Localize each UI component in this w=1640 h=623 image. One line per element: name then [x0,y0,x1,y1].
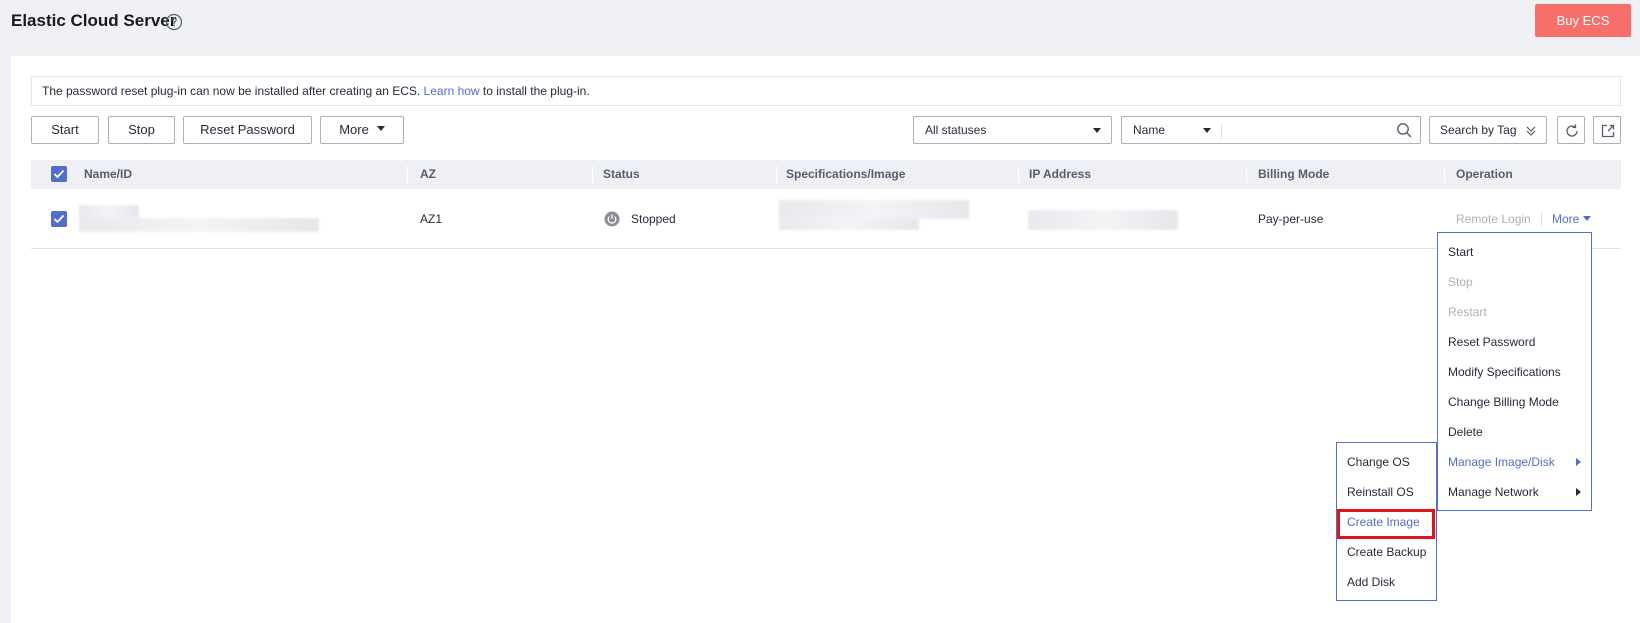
notice-text-after: to install the plug-in. [479,84,590,98]
column-divider [592,166,593,183]
column-header-specifications[interactable]: Specifications/Image [786,160,905,189]
notice-text: The password reset plug-in can now be in… [42,84,424,98]
check-icon [53,214,65,224]
menu-item-stop: Stop [1448,275,1473,289]
menu-item-start[interactable]: Start [1438,237,1591,267]
double-chevron-down-icon [1526,126,1536,136]
menu-item-manage-network[interactable]: Manage Network [1438,477,1591,507]
submenu-item-add-disk[interactable]: Add Disk [1337,567,1436,597]
refresh-icon [1566,124,1578,137]
column-header-status[interactable]: Status [603,160,640,189]
reset-password-button[interactable]: Reset Password [183,116,312,144]
submenu-item-create-backup[interactable]: Create Backup [1337,537,1436,567]
chevron-right-icon [1576,458,1581,466]
more-actions-button[interactable]: More [320,116,404,144]
menu-item-manage-network-label: Manage Network [1448,485,1539,499]
status-filter-select[interactable]: All statuses [913,116,1112,144]
buy-ecs-button[interactable]: Buy ECS [1535,4,1631,37]
search-divider [1221,123,1222,139]
status-filter-value: All statuses [925,123,987,137]
menu-item-modify-specifications[interactable]: Modify Specifications [1438,357,1591,387]
select-all-checkbox[interactable] [51,166,67,182]
row-billing-mode: Pay-per-use [1258,212,1324,226]
check-icon [53,169,65,179]
column-divider [1018,166,1019,183]
column-header-ip[interactable]: IP Address [1029,160,1091,189]
column-header-az[interactable]: AZ [420,160,436,189]
column-header-operation: Operation [1456,167,1513,181]
power-icon [604,211,620,227]
export-button[interactable] [1593,116,1621,144]
search-by-tag-label: Search by Tag [1440,123,1517,137]
submenu-item-reinstall-os[interactable]: Reinstall OS [1337,477,1436,507]
table-header: Name/ID AZ Status Specifications/Image I… [31,160,1621,189]
row-az: AZ1 [420,212,443,226]
learn-how-link[interactable]: Learn how [424,84,480,98]
notice-banner: The password reset plug-in can now be in… [31,76,1621,106]
search-input[interactable] [1221,116,1421,144]
start-button[interactable]: Start [31,116,99,144]
menu-item-manage-image-disk-label: Manage Image/Disk [1448,455,1555,469]
chevron-down-icon [1093,128,1101,133]
chevron-down-icon [376,126,385,132]
menu-item-reset-password[interactable]: Reset Password [1438,327,1591,357]
search-by-tag-button[interactable]: Search by Tag [1429,116,1547,144]
column-divider [1444,166,1445,183]
export-icon [1601,124,1615,138]
page-header: Elastic Cloud Server Buy ECS [0,0,1640,56]
menu-item-manage-image-disk[interactable]: Manage Image/Disk [1438,447,1591,477]
redacted-ip [1028,210,1178,230]
create-image-highlight [1337,509,1435,539]
row-checkbox[interactable] [51,211,67,227]
redacted-specifications [779,200,969,219]
column-divider [1246,166,1247,183]
redacted-image [779,218,919,230]
submenu-item-change-os[interactable]: Change OS [1337,447,1436,477]
redacted-id [79,218,319,232]
help-icon[interactable] [165,13,183,31]
search-icon[interactable] [1396,122,1412,138]
chevron-right-icon [1576,488,1581,496]
chevron-down-icon [1583,216,1592,222]
stop-button[interactable]: Stop [108,116,175,144]
row-status: Stopped [631,212,676,226]
column-header-name[interactable]: Name/ID [84,160,132,189]
page-title: Elastic Cloud Server [11,11,177,30]
menu-item-delete[interactable]: Delete [1438,417,1591,447]
more-dropdown-menu: Start Stop Restart Reset Password Modify… [1437,232,1592,511]
more-actions-label: More [339,122,369,137]
refresh-button[interactable] [1557,116,1585,144]
table-row[interactable]: AZ1 Stopped Pay-per-use Remote Login Mor… [31,189,1621,249]
column-divider [407,166,408,183]
chevron-down-icon [1203,128,1211,133]
column-header-billing[interactable]: Billing Mode [1258,160,1329,189]
row-more-label: More [1552,212,1580,226]
operation-divider [1541,212,1542,226]
menu-item-restart: Restart [1448,305,1487,319]
column-divider [776,166,777,183]
menu-item-change-billing-mode[interactable]: Change Billing Mode [1438,387,1591,417]
redacted-name [79,205,139,219]
search-field-value: Name [1133,123,1166,137]
search-field-select[interactable]: Name [1121,116,1222,144]
